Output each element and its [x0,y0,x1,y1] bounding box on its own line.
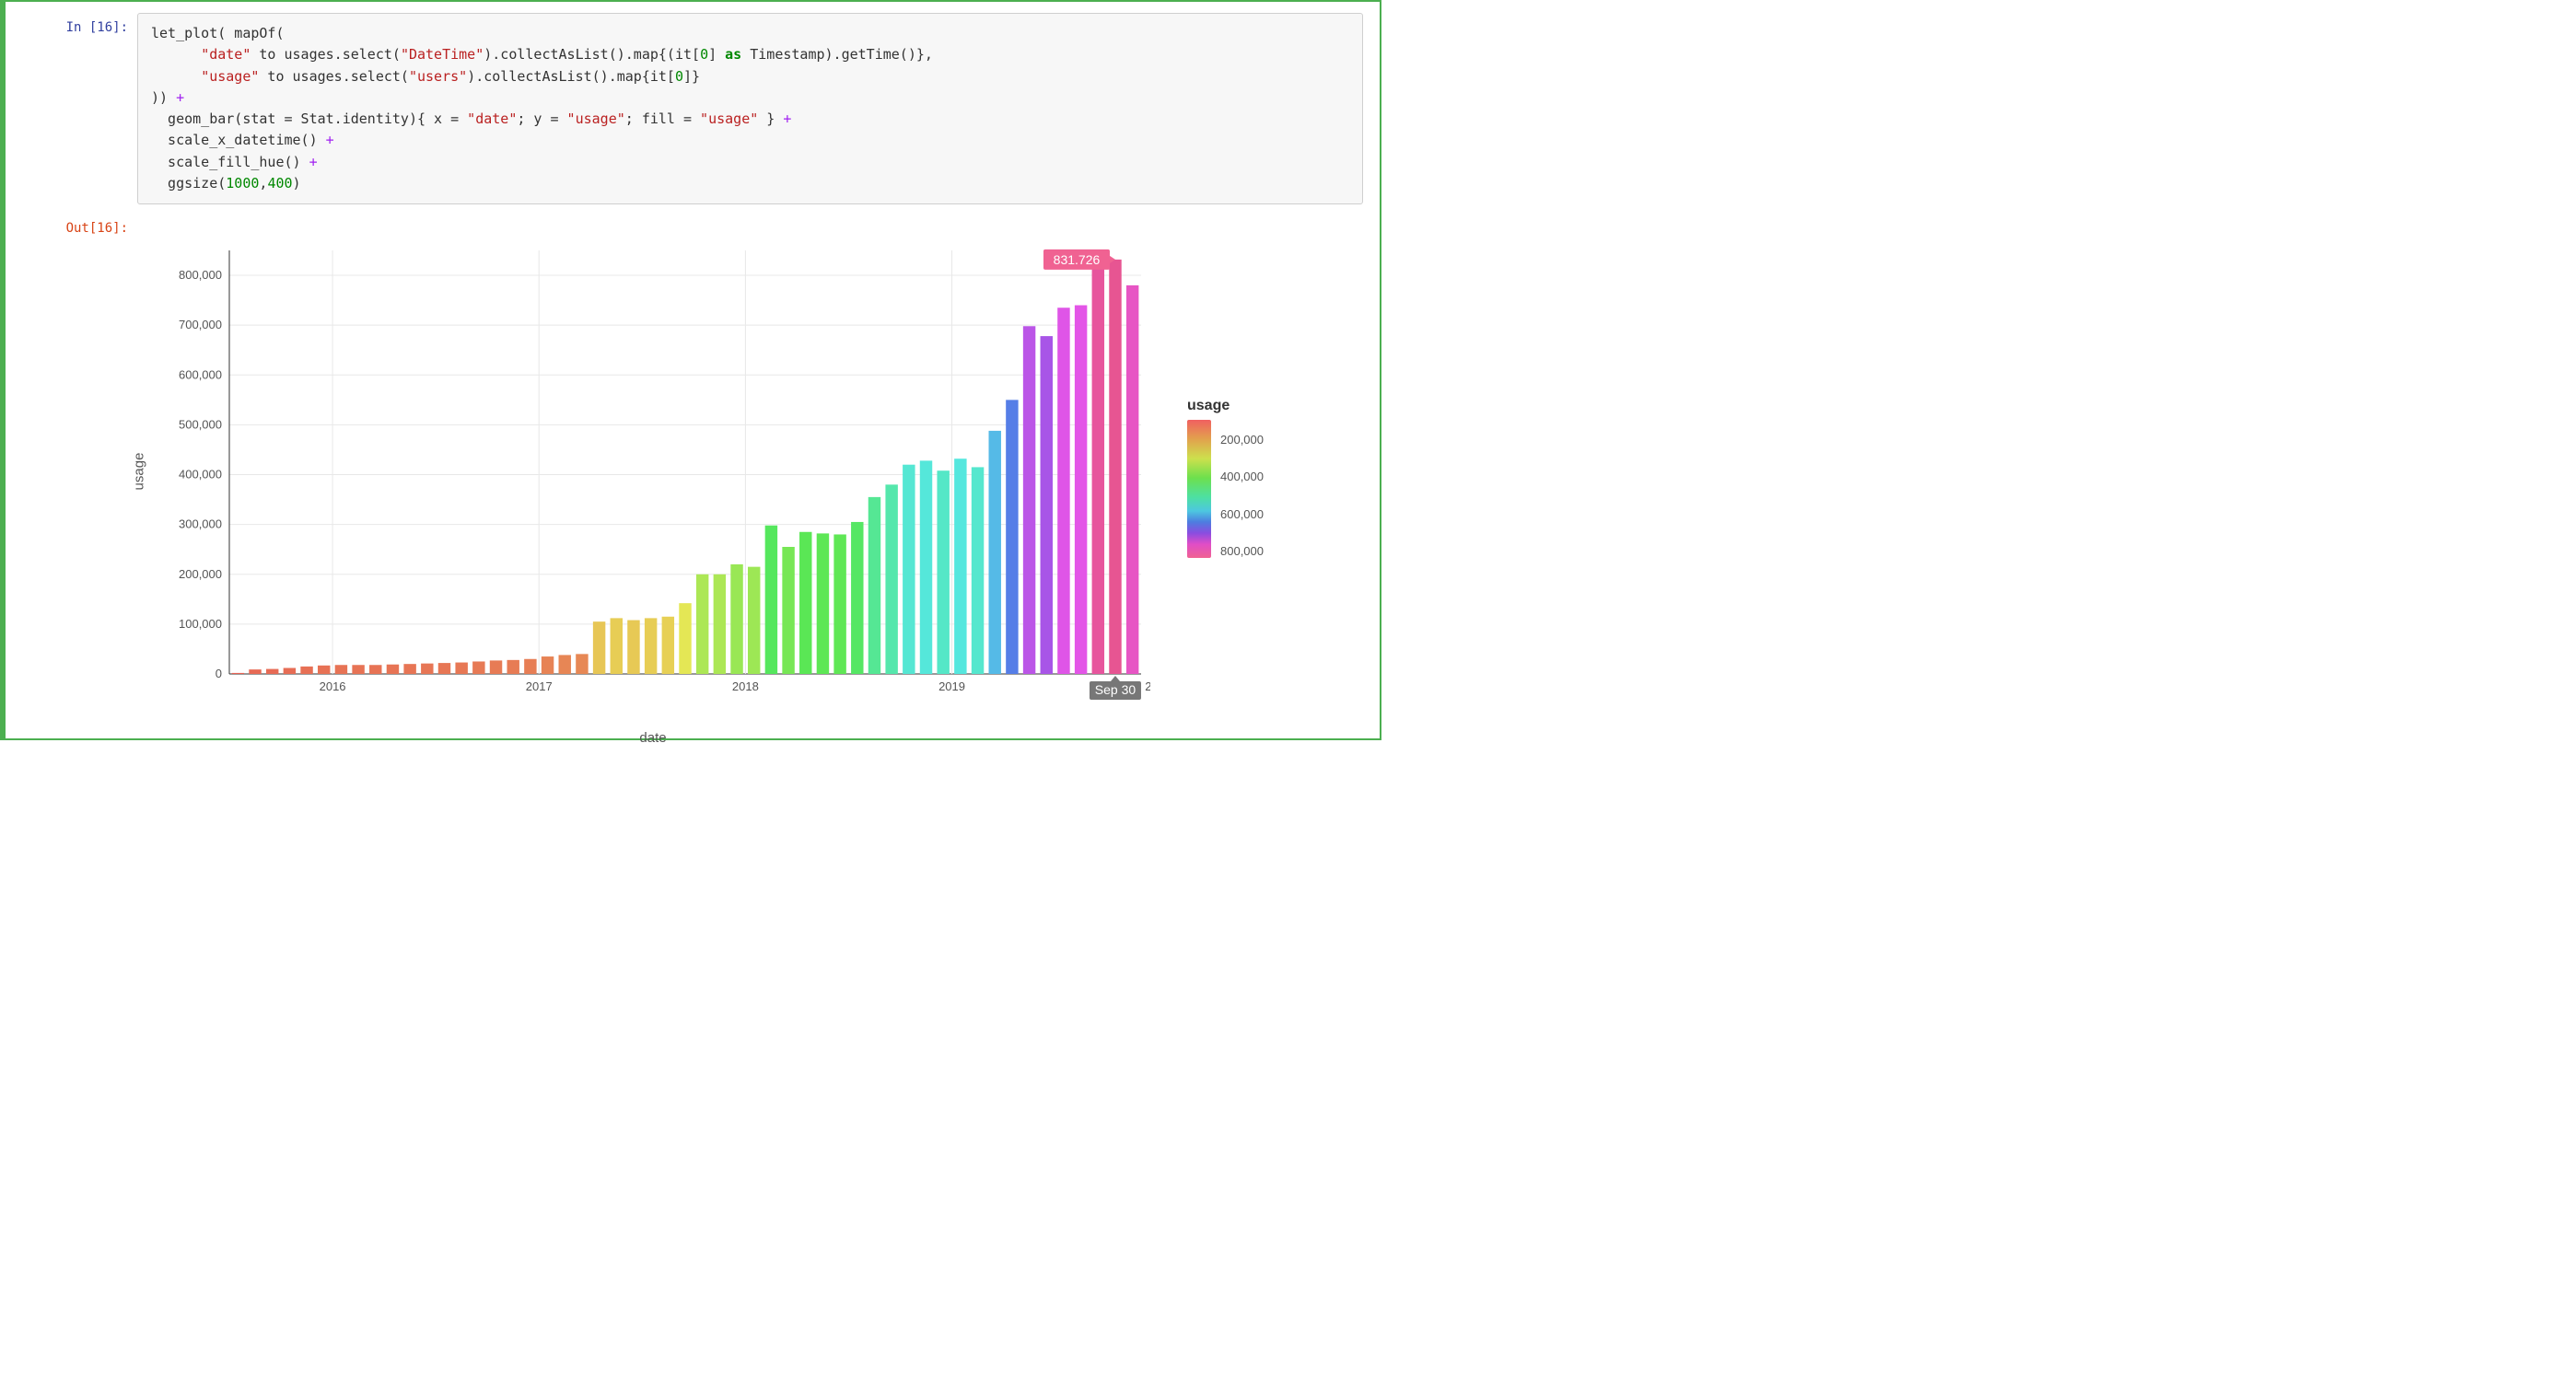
bar[interactable] [920,460,932,674]
svg-text:500,000: 500,000 [179,417,222,431]
bar[interactable] [1023,326,1035,674]
legend-ticks: 200,000 400,000 600,000 800,000 [1220,420,1264,558]
svg-text:400,000: 400,000 [179,468,222,482]
bar[interactable] [1006,400,1018,674]
svg-text:200,000: 200,000 [179,567,222,581]
bar[interactable] [472,661,484,674]
legend: usage 200,000 400,000 600,000 800,000 [1187,232,1264,558]
bar[interactable] [817,533,829,674]
svg-text:800,000: 800,000 [179,268,222,282]
bar[interactable] [490,660,502,674]
bar[interactable] [1075,306,1087,674]
bar[interactable] [1109,260,1121,674]
bar[interactable] [318,666,330,674]
legend-tick: 600,000 [1220,507,1264,521]
svg-text:2019: 2019 [938,679,965,693]
legend-tick: 800,000 [1220,544,1264,558]
svg-text:0: 0 [216,667,222,680]
bar[interactable] [593,621,605,674]
bar[interactable] [266,669,278,674]
legend-tick: 400,000 [1220,470,1264,483]
legend-gradient [1187,420,1211,558]
svg-text:2018: 2018 [732,679,759,693]
input-prompt: In [16]: [22,13,137,35]
bar[interactable] [799,532,811,674]
bar[interactable] [851,522,863,674]
bar[interactable] [1126,285,1138,674]
bar[interactable] [403,664,415,674]
svg-text:700,000: 700,000 [179,318,222,331]
bar[interactable] [542,656,554,674]
output-prompt: Out[16]: [22,214,137,236]
input-cell: In [16]: let_plot( mapOf( "date" to usag… [22,13,1363,204]
svg-text:100,000: 100,000 [179,617,222,631]
bar[interactable] [748,567,760,674]
bar[interactable] [679,603,691,674]
bar[interactable] [972,467,984,674]
bar[interactable] [438,663,450,674]
legend-tick: 200,000 [1220,433,1264,447]
bar[interactable] [1041,336,1053,674]
bar[interactable] [730,564,742,674]
bar[interactable] [954,459,966,674]
bar[interactable] [335,665,347,674]
bar[interactable] [559,655,571,674]
svg-text:600,000: 600,000 [179,367,222,381]
bar[interactable] [249,669,261,674]
bar[interactable] [387,665,399,674]
legend-title: usage [1187,398,1264,414]
tooltip-value: 831.726 [1054,252,1101,267]
bar[interactable] [662,617,674,674]
code-input[interactable]: let_plot( mapOf( "date" to usages.select… [137,13,1363,204]
bar[interactable] [576,654,588,674]
x-axis-title: date [639,730,666,746]
output-area: usage date 0100,000200,000300,000400,000… [137,214,1363,711]
bar[interactable] [611,618,623,674]
bar[interactable] [1057,308,1069,674]
bar[interactable] [937,470,949,674]
bar[interactable] [1092,265,1104,674]
bar[interactable] [885,484,897,674]
bar[interactable] [903,465,915,674]
bar[interactable] [524,659,536,674]
bar[interactable] [627,621,639,674]
bar[interactable] [645,618,657,674]
bar[interactable] [421,664,433,674]
y-axis-title: usage [132,453,147,491]
bar[interactable] [300,667,312,674]
bar[interactable] [455,663,467,674]
bar[interactable] [989,431,1001,674]
bar[interactable] [765,526,777,674]
output-cell: Out[16]: usage date 0100,000200,000300,0… [22,214,1363,711]
bar[interactable] [369,665,381,674]
bar[interactable] [232,673,244,674]
bar[interactable] [507,660,519,674]
svg-text:2020: 2020 [1145,679,1150,693]
svg-text:2016: 2016 [320,679,346,693]
svg-text:2017: 2017 [526,679,553,693]
bar[interactable] [714,575,726,674]
notebook-cell-selected: In [16]: let_plot( mapOf( "date" to usag… [0,0,1381,740]
chart-svg: 0 100,000 200,000 300,000 400,000 500,000 600,… [156,232,1150,711]
bar[interactable] [782,547,794,674]
bar[interactable] [868,497,880,674]
bar[interactable] [284,668,296,674]
bar-chart[interactable]: usage date 0100,000200,000300,000400,000… [156,232,1150,711]
bar[interactable] [696,575,708,674]
x-tooltip-value: Sep 30 [1095,682,1136,697]
bar[interactable] [352,665,364,674]
bar[interactable] [833,534,845,674]
svg-text:300,000: 300,000 [179,517,222,531]
